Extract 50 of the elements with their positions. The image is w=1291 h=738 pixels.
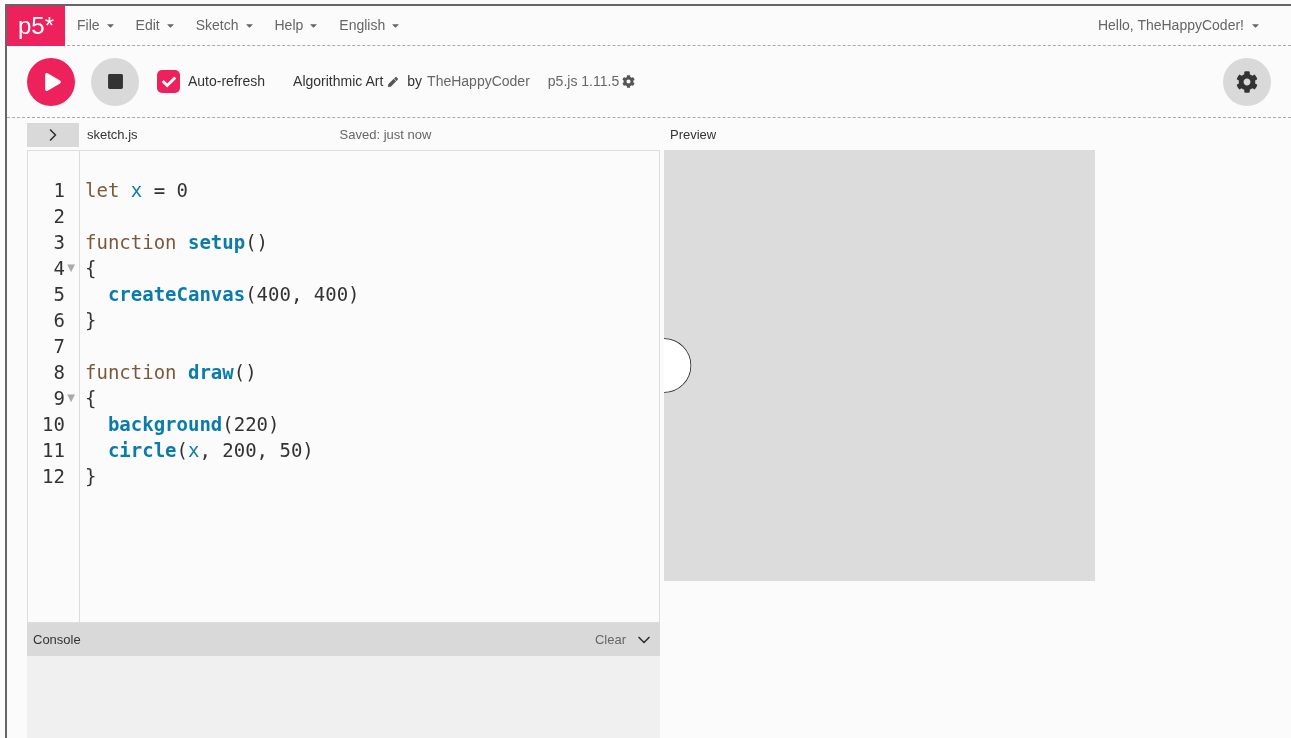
line-number: 9 — [53, 386, 65, 411]
console-title: Console — [33, 630, 81, 649]
preview-label: Preview — [670, 126, 717, 145]
line-number: 3 — [53, 230, 65, 255]
user-menu[interactable]: Hello, TheHappyCoder! — [1097, 15, 1261, 36]
menu-item[interactable]: Sketch — [195, 15, 255, 36]
pencil-icon — [388, 76, 399, 87]
code-line: { — [85, 386, 97, 411]
p5-logo[interactable]: p5* — [7, 5, 65, 46]
settings-button[interactable] — [1223, 57, 1271, 106]
menu-item[interactable]: File — [77, 15, 116, 36]
line-number: 2 — [53, 204, 65, 229]
stop-icon — [106, 73, 124, 90]
line-number: 8 — [53, 360, 65, 385]
clear-button[interactable]: Clear — [594, 629, 626, 650]
line-number: 7 — [53, 334, 65, 359]
line-number: 11 — [42, 438, 65, 463]
stop-button[interactable] — [91, 57, 139, 106]
line-number: 12 — [42, 464, 65, 489]
circle-drawing — [664, 338, 692, 393]
code-line: createCanvas(400, 400) — [106, 282, 360, 307]
line-number: 6 — [53, 308, 65, 333]
code-line: background(220) — [106, 412, 280, 437]
file-name[interactable]: sketch.js — [87, 125, 138, 145]
code-line: let x = 0 — [85, 178, 188, 203]
by-label: by — [407, 72, 423, 91]
checkmark-icon — [161, 74, 176, 89]
code-line: } — [85, 308, 97, 333]
code-line: circle(x, 200, 50) — [106, 438, 314, 463]
version-button[interactable]: p5.js 1.11.5 — [547, 71, 636, 92]
play-icon — [43, 72, 62, 91]
line-number: 10 — [42, 412, 65, 437]
code-line: } — [85, 464, 97, 489]
code-line: function setup() — [85, 230, 269, 255]
author-link[interactable]: TheHappyCoder — [427, 71, 530, 92]
line-number: 1 — [53, 178, 65, 203]
sketch-name[interactable]: Algorithmic Art — [293, 71, 399, 92]
auto-refresh-label: Auto-refresh — [188, 72, 266, 91]
line-number: 5 — [53, 282, 65, 307]
code-line: { — [85, 256, 97, 281]
settings-icon — [622, 75, 636, 88]
line-number: 4 — [53, 256, 65, 281]
code-line: function draw() — [85, 360, 257, 385]
play-button[interactable] — [27, 57, 75, 106]
settings-icon — [1236, 70, 1258, 93]
menu-item[interactable]: Help — [274, 15, 320, 36]
auto-refresh-checkbox[interactable] — [157, 70, 180, 93]
menu-item[interactable]: Edit — [135, 15, 176, 36]
menu-item[interactable]: English — [339, 15, 402, 36]
save-status: Saved: just now — [339, 126, 432, 145]
